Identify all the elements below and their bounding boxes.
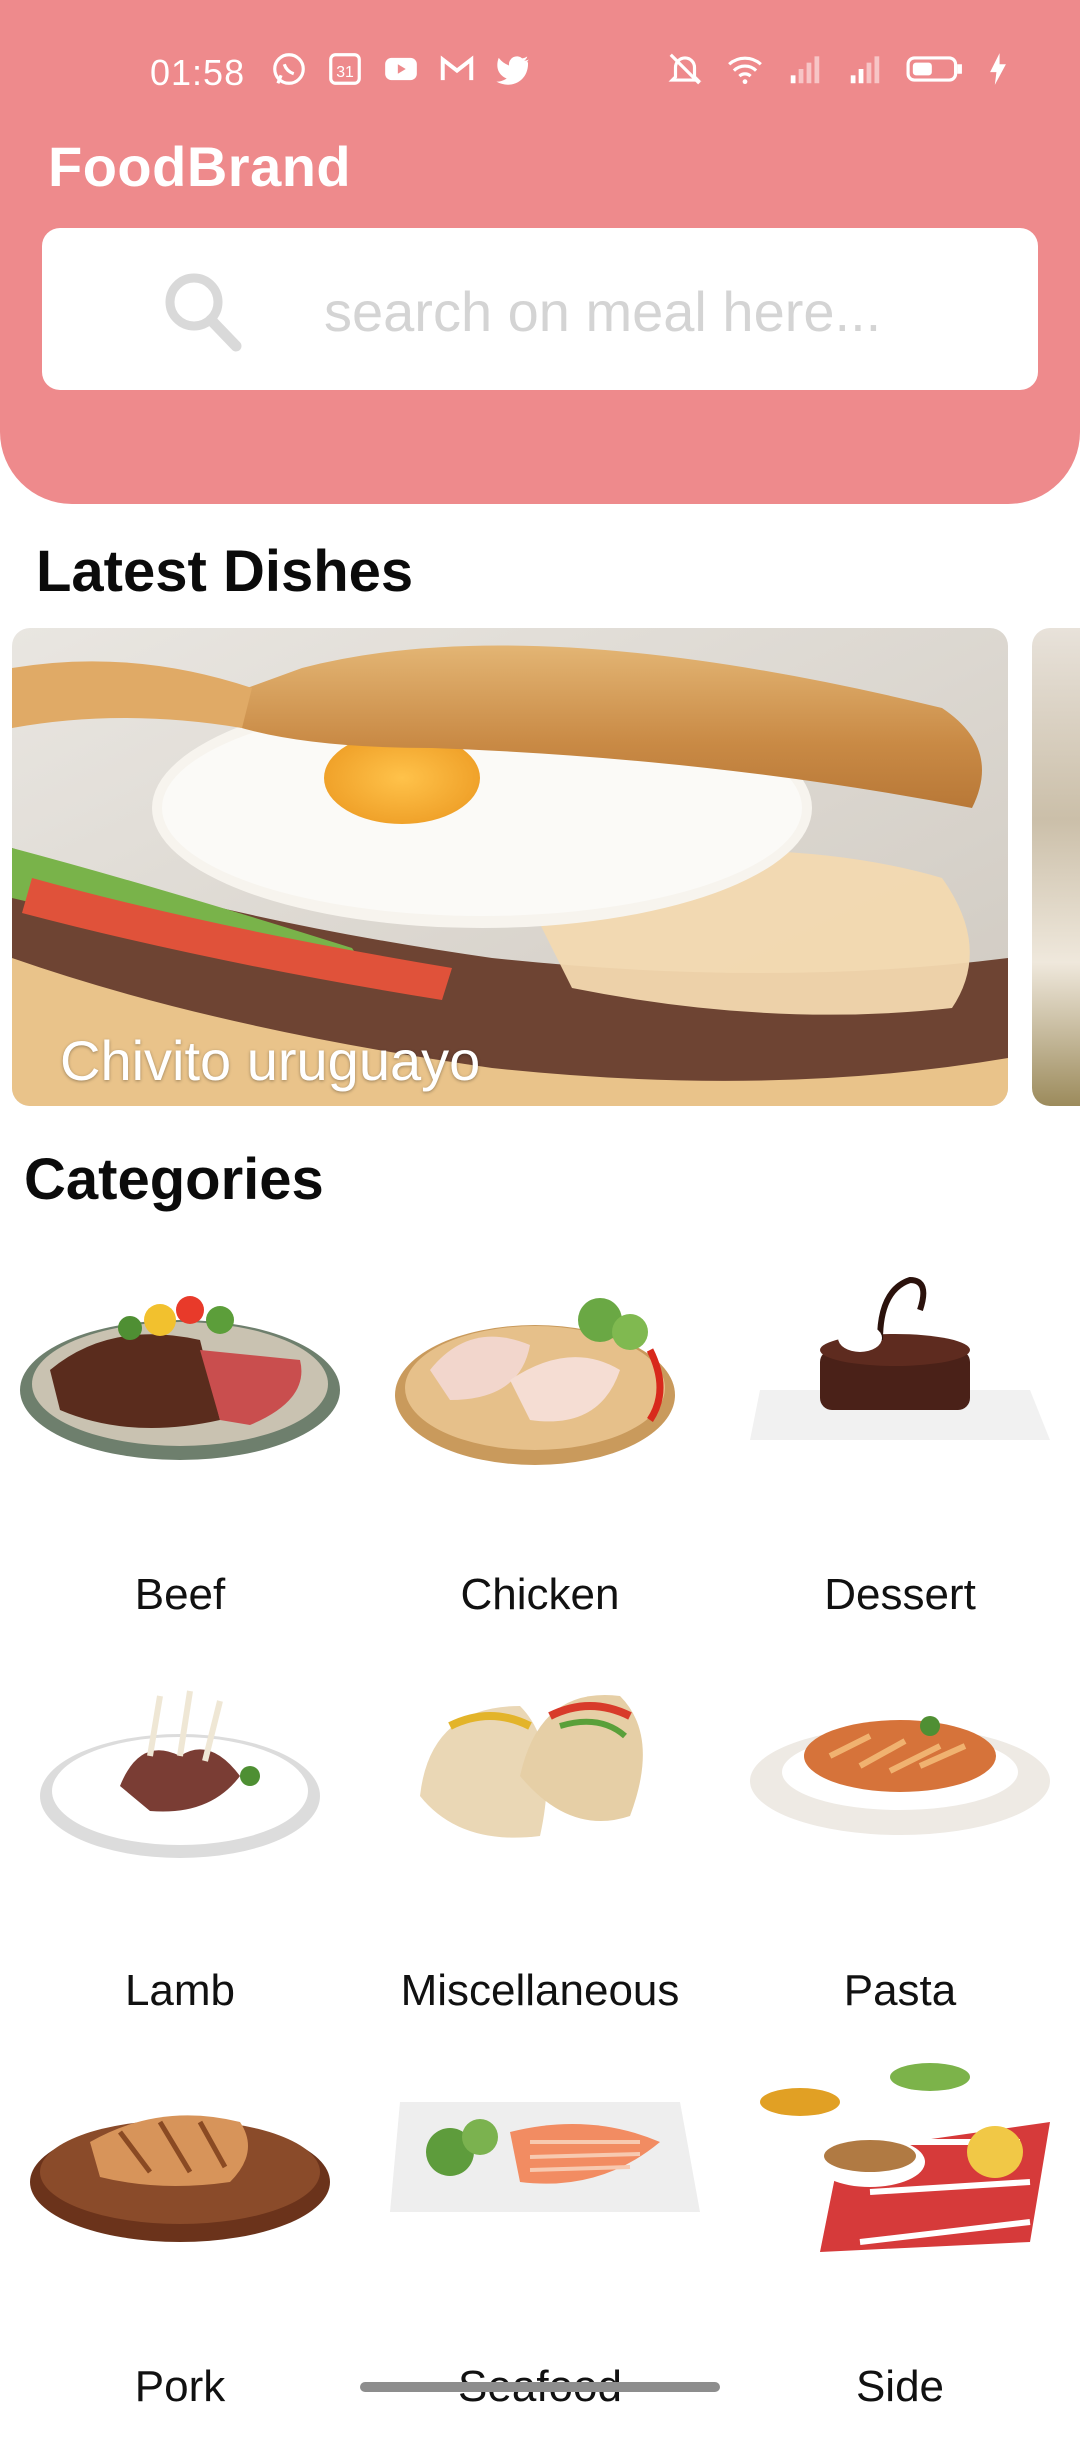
side-dish-image	[752, 2060, 1050, 2252]
lamb-image	[40, 1690, 320, 1858]
search-input[interactable]	[322, 270, 1006, 352]
category-pork[interactable]: Pork	[0, 2042, 360, 2438]
signal-icon	[850, 56, 880, 84]
category-beef[interactable]: Beef	[0, 1250, 360, 1646]
dish-name: Chivito uruguayo	[60, 1029, 481, 1092]
category-pasta[interactable]: Pasta	[720, 1646, 1080, 2042]
pork-image	[30, 2115, 330, 2242]
calendar-date: 31	[336, 64, 354, 81]
pasta-image	[750, 1716, 1050, 1835]
category-dessert[interactable]: Dessert	[720, 1250, 1080, 1646]
seafood-image	[390, 2102, 700, 2212]
search-bar[interactable]	[42, 228, 1038, 390]
category-miscellaneous[interactable]: Miscellaneous	[360, 1646, 720, 2042]
charging-icon	[990, 53, 1006, 85]
mute-icon	[668, 53, 702, 85]
category-lamb[interactable]: Lamb	[0, 1646, 360, 2042]
home-indicator[interactable]	[360, 2382, 720, 2392]
category-label: Beef	[134, 1570, 226, 1619]
category-side[interactable]: Side	[720, 2042, 1080, 2438]
youtube-icon	[385, 57, 417, 81]
notification-icons: 31	[270, 50, 532, 88]
dish-card-next[interactable]	[1032, 628, 1080, 1106]
whatsapp-icon	[273, 53, 305, 85]
tacos-image	[420, 1695, 643, 1838]
status-time: 01:58	[150, 52, 246, 93]
calendar-icon: 31	[329, 53, 361, 85]
chicken-image	[395, 1298, 675, 1465]
system-icons	[666, 50, 1010, 88]
category-label: Dessert	[824, 1570, 976, 1619]
category-label: Pork	[134, 2362, 226, 2411]
category-label: Lamb	[124, 1966, 236, 2015]
app-header: 01:58 31 FoodBrand	[0, 0, 1080, 504]
category-label: Pasta	[843, 1966, 957, 2015]
app-brand: FoodBrand	[48, 135, 352, 198]
twitter-icon	[496, 56, 529, 85]
category-chicken[interactable]: Chicken	[360, 1250, 720, 1646]
dessert-image	[750, 1276, 1050, 1440]
status-bar: 01:58 31	[0, 40, 1080, 104]
latest-dishes-title: Latest Dishes	[36, 539, 414, 604]
search-icon	[165, 273, 242, 352]
category-label: Chicken	[460, 1570, 620, 1619]
category-label: Miscellaneous	[400, 1966, 680, 2015]
beef-image	[20, 1296, 340, 1460]
wifi-icon	[728, 56, 762, 85]
categories-title: Categories	[24, 1147, 324, 1212]
signal-icon	[790, 56, 820, 84]
dish-card[interactable]: Chivito uruguayo	[12, 628, 1008, 1106]
category-seafood[interactable]: Seafood	[360, 2042, 720, 2438]
category-label: Side	[855, 2362, 945, 2411]
gmail-icon	[440, 55, 474, 81]
battery-icon	[906, 56, 962, 82]
